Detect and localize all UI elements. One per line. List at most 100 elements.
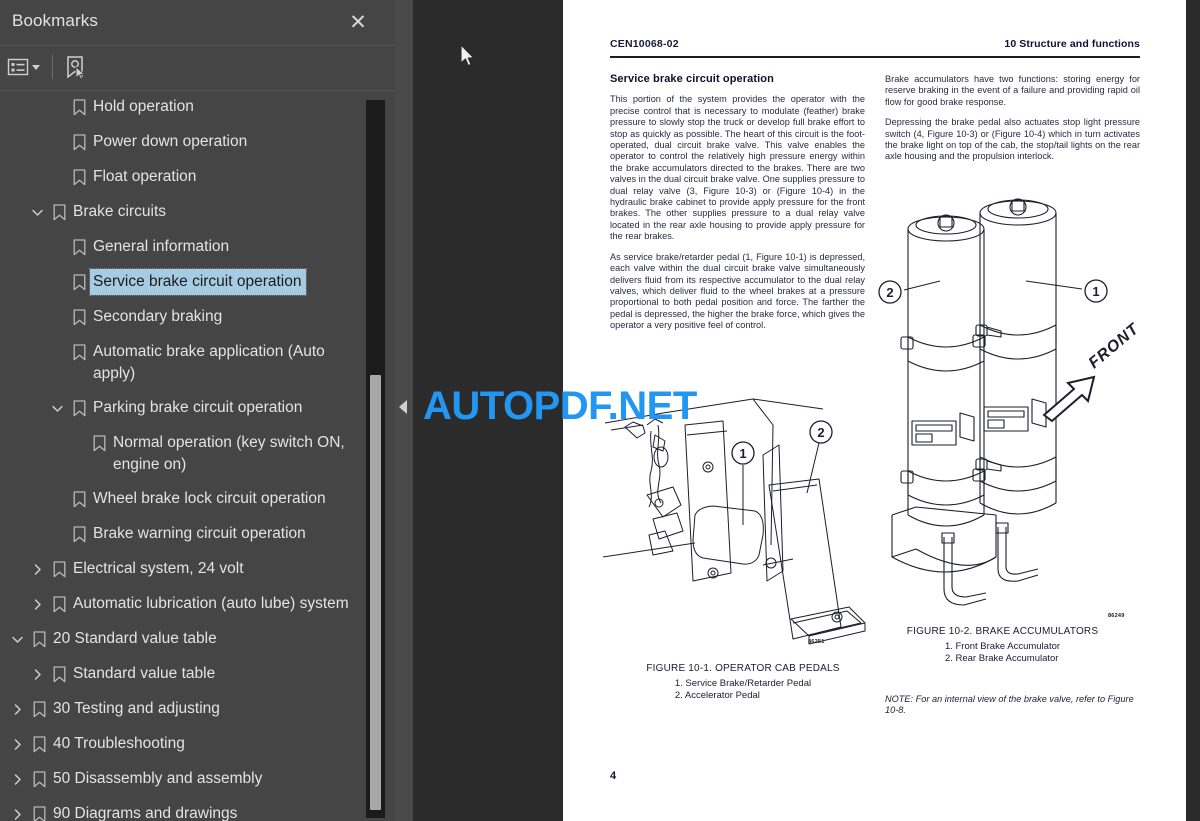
bookmark-item[interactable]: 40 Troubleshooting bbox=[0, 727, 378, 762]
bookmark-item-label: Electrical system, 24 volt bbox=[73, 560, 244, 577]
chevron-right-icon[interactable] bbox=[26, 556, 48, 582]
left-text-column: Service brake circuit operation This por… bbox=[610, 73, 865, 341]
chevron-down-icon[interactable] bbox=[26, 199, 48, 225]
chevron-down-icon[interactable] bbox=[6, 626, 28, 652]
toolbar-divider bbox=[52, 55, 53, 79]
bookmark-item-label: Float operation bbox=[93, 168, 197, 185]
paragraph: Depressing the brake pedal also actuates… bbox=[885, 117, 1140, 162]
bookmark-item[interactable]: Automatic brake application (Auto apply) bbox=[0, 335, 378, 391]
bookmark-icon bbox=[48, 556, 70, 582]
bookmark-item[interactable]: Normal operation (key switch ON, engine … bbox=[0, 426, 378, 482]
bookmark-item-label: 30 Testing and adjusting bbox=[53, 700, 220, 717]
bookmark-icon bbox=[68, 304, 90, 330]
chevron-right-icon[interactable] bbox=[6, 696, 28, 722]
bookmark-item-label: Automatic brake application (Auto apply) bbox=[93, 343, 325, 382]
bookmark-item-label: 20 Standard value table bbox=[53, 630, 217, 647]
figure-brake-accumulators: 2 1 FRONT bbox=[868, 185, 1143, 615]
bookmark-icon bbox=[68, 164, 90, 190]
chevron-right-icon[interactable] bbox=[6, 731, 28, 757]
bookmark-item[interactable]: Power down operation bbox=[0, 125, 378, 160]
bookmarks-toolbar bbox=[0, 46, 395, 91]
bookmark-icon bbox=[28, 696, 50, 722]
bookmark-icon bbox=[68, 521, 90, 547]
bookmark-item[interactable]: Brake warning circuit operation bbox=[0, 517, 378, 552]
bookmark-item[interactable]: Float operation bbox=[0, 160, 378, 195]
bookmark-icon bbox=[68, 486, 90, 512]
bookmark-item[interactable]: Parking brake circuit operation bbox=[0, 391, 378, 426]
bookmark-item[interactable]: Brake circuits bbox=[0, 195, 378, 230]
bookmark-icon bbox=[48, 199, 70, 225]
figure-note: NOTE: For an internal view of the brake … bbox=[885, 694, 1134, 716]
bookmark-item-label: 40 Troubleshooting bbox=[53, 735, 185, 752]
document-header: CEN10068-02 10 Structure and functions bbox=[610, 38, 1140, 50]
figure-1-item: 1. Service Brake/Retarder Pedal bbox=[674, 678, 812, 689]
sidebar-scrollbar-thumb[interactable] bbox=[370, 375, 381, 810]
chevron-right-icon[interactable] bbox=[26, 661, 48, 687]
bookmark-icon bbox=[68, 234, 90, 260]
bookmark-tree[interactable]: Hold operation Power down operation Float … bbox=[0, 90, 378, 821]
page-title: Bookmarks bbox=[12, 11, 98, 30]
bookmark-item[interactable]: Secondary braking bbox=[0, 300, 378, 335]
svg-text:1: 1 bbox=[1092, 284, 1099, 299]
close-icon[interactable]: ✕ bbox=[345, 10, 371, 36]
bookmark-item-label: Automatic lubrication (auto lube) system bbox=[73, 595, 349, 612]
bookmark-pointer-icon[interactable] bbox=[62, 54, 90, 82]
chevron-down-icon[interactable] bbox=[46, 395, 68, 421]
bookmark-icon bbox=[28, 801, 50, 821]
bookmark-item[interactable]: General information bbox=[0, 230, 378, 265]
bookmark-item-label: Normal operation (key switch ON, engine … bbox=[113, 434, 345, 473]
bookmark-icon bbox=[28, 766, 50, 792]
bookmark-icon bbox=[68, 129, 90, 155]
bookmark-item-label: 50 Disassembly and assembly bbox=[53, 770, 263, 787]
figure-2-item: 2. Rear Brake Accumulator bbox=[944, 653, 1059, 664]
header-rule bbox=[610, 56, 1140, 58]
bookmark-icon bbox=[68, 339, 90, 365]
bookmark-icon bbox=[68, 395, 90, 421]
bookmark-icon bbox=[68, 269, 90, 295]
header-doc-code: CEN10068-02 bbox=[610, 38, 679, 50]
bookmark-icon bbox=[28, 626, 50, 652]
chevron-right-icon[interactable] bbox=[6, 766, 28, 792]
bookmark-item-label: Parking brake circuit operation bbox=[93, 399, 303, 416]
bookmark-item[interactable]: 50 Disassembly and assembly bbox=[0, 762, 378, 797]
chevron-right-icon[interactable] bbox=[26, 591, 48, 617]
figure-1-caption: FIGURE 10-1. OPERATOR CAB PEDALS 1. Serv… bbox=[603, 662, 883, 702]
collapse-panel-arrow-icon[interactable] bbox=[399, 400, 407, 414]
figure-2-caption: FIGURE 10-2. BRAKE ACCUMULATORS 1. Front… bbox=[865, 625, 1140, 665]
bookmark-item-label: General information bbox=[93, 238, 230, 255]
bookmark-item[interactable]: Hold operation bbox=[0, 90, 378, 125]
chevron-down-icon[interactable] bbox=[32, 64, 40, 70]
list-options-icon[interactable] bbox=[7, 54, 42, 80]
bookmark-item[interactable]: Service brake circuit operation bbox=[0, 265, 378, 300]
bookmark-item[interactable]: 20 Standard value table bbox=[0, 622, 378, 657]
bookmark-item-label: Standard value table bbox=[73, 665, 216, 682]
bookmark-icon bbox=[28, 731, 50, 757]
chevron-right-icon[interactable] bbox=[6, 801, 28, 821]
watermark: AUTOPDF.NET bbox=[423, 384, 697, 428]
bookmark-item[interactable]: 30 Testing and adjusting bbox=[0, 692, 378, 727]
paragraph: This portion of the system provides the … bbox=[610, 94, 865, 242]
page-number: 4 bbox=[610, 770, 617, 782]
bookmarks-panel: Bookmarks ✕ Hold operation Power down op… bbox=[0, 0, 395, 821]
bookmark-item-label: Power down operation bbox=[93, 133, 248, 150]
bookmark-item-label: Wheel brake lock circuit operation bbox=[93, 490, 326, 507]
bookmark-item-label: Brake warning circuit operation bbox=[93, 525, 306, 542]
bookmark-icon bbox=[48, 661, 70, 687]
bookmarks-panel-header: Bookmarks ✕ bbox=[0, 0, 395, 46]
bookmark-item-label: Brake circuits bbox=[73, 203, 167, 220]
bookmark-item[interactable]: Wheel brake lock circuit operation bbox=[0, 482, 378, 517]
bookmark-item[interactable]: Electrical system, 24 volt bbox=[0, 552, 378, 587]
right-text-column: Brake accumulators have two functions: s… bbox=[885, 74, 1140, 172]
bookmark-item[interactable]: Standard value table bbox=[0, 657, 378, 692]
bookmark-item-label: Hold operation bbox=[93, 98, 194, 115]
bookmark-icon bbox=[88, 430, 110, 456]
bookmark-item[interactable]: 90 Diagrams and drawings bbox=[0, 797, 378, 821]
bookmark-item[interactable]: Automatic lubrication (auto lube) system bbox=[0, 587, 378, 622]
